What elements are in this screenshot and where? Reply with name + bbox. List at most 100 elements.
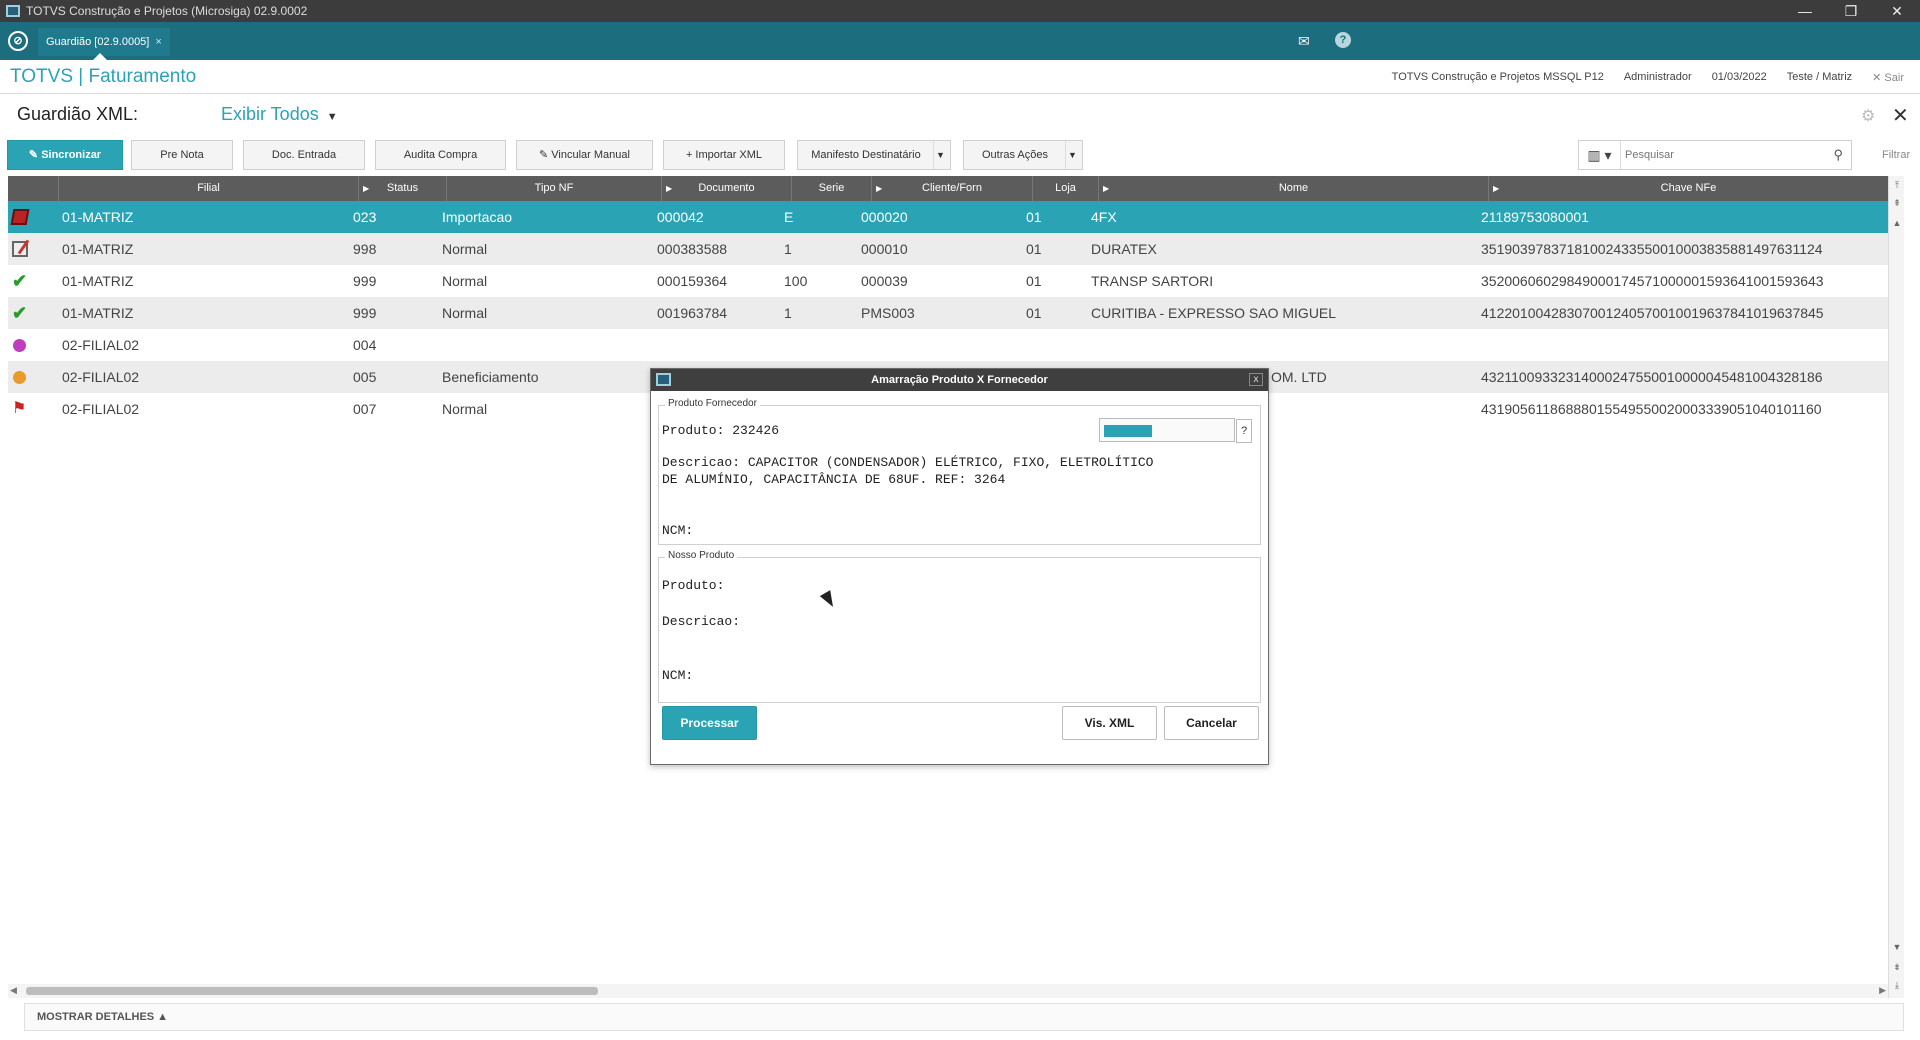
chevron-down-icon[interactable]: ▼	[1065, 141, 1079, 169]
scroll-left-icon[interactable]: ◀	[10, 985, 17, 996]
header-documento[interactable]: ▶ Documento	[661, 176, 791, 201]
scroll-page-up-icon[interactable]: ⇞	[1891, 198, 1903, 212]
cell-filial: 02-FILIAL02	[62, 369, 140, 385]
audita-compra-button[interactable]: Audita Compra	[375, 140, 506, 170]
dialog-title: Amarração Produto X Fornecedor	[871, 374, 1048, 386]
chevron-down-icon[interactable]: ▼	[933, 141, 947, 169]
cell-tipo-nf: Normal	[442, 241, 488, 257]
processar-button[interactable]: Processar	[662, 706, 757, 740]
page-title: Guardião XML:	[17, 104, 139, 124]
scroll-down-icon[interactable]: ▼	[1891, 942, 1903, 956]
table-row[interactable]: ✔ 01-MATRIZ 999 Normal 001963784 1 PMS00…	[8, 297, 1888, 329]
cell-chave: 21189753080001	[1481, 209, 1589, 225]
cell-tipo-nf: Normal	[442, 401, 488, 417]
table-row[interactable]: 02-FILIAL02 004	[8, 329, 1888, 361]
cancelar-button[interactable]: Cancelar	[1164, 706, 1259, 740]
header-chave-nfe[interactable]: ▶ Chave NFe	[1488, 176, 1888, 201]
cell-tipo-nf: Normal	[442, 273, 488, 289]
sort-icon: ▶	[876, 184, 883, 193]
active-tab-caret	[93, 53, 107, 60]
sincronizar-button[interactable]: ✎ Sincronizar	[7, 140, 123, 170]
header-loja[interactable]: Loja	[1032, 176, 1098, 201]
close-page-icon[interactable]: ✕	[1892, 103, 1909, 128]
cell-serie: 100	[784, 273, 808, 289]
header-status[interactable]: ▶ Status	[358, 176, 446, 201]
filtrar-link[interactable]: Filtrar	[1882, 149, 1910, 161]
table-row[interactable]: ✔ 01-MATRIZ 999 Normal 000159364 100 000…	[8, 265, 1888, 297]
nosso-descricao-label: Descricao:	[662, 614, 741, 629]
vincular-manual-button[interactable]: ✎ Vincular Manual	[516, 140, 653, 170]
product-lookup-field[interactable]: ?	[1099, 418, 1252, 443]
vertical-scrollbar[interactable]: ⤒ ⇞ ▲ ▼ ⇟ ⤓	[1888, 176, 1904, 998]
gear-icon[interactable]: ⚙	[1861, 106, 1875, 126]
mostrar-detalhes-toggle[interactable]: MOSTRAR DETALHES ▲	[37, 1011, 168, 1023]
sort-icon: ▶	[666, 184, 673, 193]
pre-nota-label: Pre Nota	[160, 149, 204, 161]
fornecedor-ncm-label: NCM:	[662, 523, 694, 538]
cell-filial: 01-MATRIZ	[62, 273, 134, 289]
grid-header: Filial ▶ Status Tipo NF ▶ Documento Serie …	[8, 176, 1888, 201]
cell-tipo-nf: Beneficiamento	[442, 369, 539, 385]
horizontal-scrollbar[interactable]: ◀ ▶	[8, 984, 1888, 998]
scroll-bottom-icon[interactable]: ⤓	[1891, 980, 1903, 994]
header-filial[interactable]: Filial	[58, 176, 358, 201]
cell-tipo-nf: Importacao	[442, 209, 513, 225]
tab-close-icon[interactable]: ×	[155, 36, 161, 48]
lookup-help-button[interactable]: ?	[1236, 419, 1252, 443]
header-serie[interactable]: Serie	[791, 176, 871, 201]
window-close-button[interactable]: ✕	[1874, 3, 1920, 20]
module-brand: TOTVS | Faturamento	[10, 66, 197, 87]
dialog-close-button[interactable]: x	[1249, 373, 1263, 386]
orange-dot-icon	[13, 371, 26, 384]
sort-icon: ▶	[1103, 184, 1110, 193]
nosso-ncm-label: NCM:	[662, 668, 694, 683]
header-cliente-forn[interactable]: ▶ Cliente/Forn	[871, 176, 1032, 201]
restore-button[interactable]: ❐	[1828, 3, 1874, 20]
flag-icon: ⚑	[12, 400, 27, 417]
branch-label: Teste / Matriz	[1786, 71, 1853, 83]
vis-xml-button[interactable]: Vis. XML	[1062, 706, 1157, 740]
fornecedor-descricao-cont: DE ALUMÍNIO, CAPACITÂNCIA DE 68UF. REF: …	[662, 472, 1006, 487]
doc-entrada-button[interactable]: Doc. Entrada	[243, 140, 365, 170]
view-filter-dropdown[interactable]: Exibir Todos ▼	[221, 104, 338, 125]
scroll-page-down-icon[interactable]: ⇟	[1891, 962, 1903, 976]
scroll-up-icon[interactable]: ▲	[1891, 218, 1903, 232]
tab-bar: ⊘ Guardião [02.9.0005] × ✉ ?	[0, 22, 1920, 60]
scroll-right-icon[interactable]: ▶	[1879, 985, 1886, 996]
tab-guardiao[interactable]: Guardião [02.9.0005] ×	[38, 28, 170, 56]
header-legend	[8, 176, 58, 201]
header-nome[interactable]: ▶ Nome	[1098, 176, 1488, 201]
environment-label: TOTVS Construção e Projetos MSSQL P12	[1391, 71, 1604, 83]
header-tipo-nf[interactable]: Tipo NF	[446, 176, 661, 201]
app-icon	[6, 5, 20, 17]
search-input[interactable]	[1625, 145, 1821, 165]
header-serie-label: Serie	[818, 182, 845, 194]
mail-icon[interactable]: ✉	[1298, 33, 1310, 50]
columns-icon[interactable]: ▥ ▾	[1579, 141, 1621, 169]
scroll-thumb[interactable]	[26, 987, 598, 995]
cell-loja: 01	[1026, 273, 1042, 289]
exit-button[interactable]: ✕ Sair	[1872, 71, 1904, 84]
header-chave-nfe-label: Chave NFe	[1660, 182, 1717, 194]
pre-nota-button[interactable]: Pre Nota	[131, 140, 233, 170]
table-row[interactable]: 01-MATRIZ 023 Importacao 000042 E 000020…	[8, 201, 1888, 233]
nosso-produto-legend: Nosso Produto	[665, 550, 738, 561]
session-info: TOTVS Construção e Projetos MSSQL P12 Ad…	[1392, 71, 1904, 84]
outras-acoes-button[interactable]: Outras Ações ▼	[963, 140, 1083, 170]
module-header: TOTVS | Faturamento TOTVS Construção e P…	[0, 60, 1920, 94]
doc-entrada-label: Doc. Entrada	[271, 149, 337, 161]
search-icon[interactable]: ⚲	[1833, 147, 1843, 163]
cell-nome: 4FX	[1091, 209, 1117, 225]
importar-xml-button[interactable]: + Importar XML	[663, 140, 785, 170]
scroll-top-icon[interactable]: ⤒	[1891, 180, 1903, 194]
check-icon: ✔	[12, 271, 28, 291]
cell-loja: 01	[1026, 241, 1042, 257]
home-icon[interactable]: ⊘	[8, 31, 28, 51]
help-icon[interactable]: ?	[1335, 32, 1351, 48]
edit-icon	[12, 241, 28, 257]
cell-chave: 4122010042830700124057001001963784101963…	[1481, 305, 1824, 321]
window-title: TOTVS Construção e Projetos (Microsiga) …	[26, 4, 308, 18]
table-row[interactable]: 01-MATRIZ 998 Normal 000383588 1 000010 …	[8, 233, 1888, 265]
manifesto-destinatario-button[interactable]: Manifesto Destinatário ▼	[797, 140, 951, 170]
minimize-button[interactable]: —	[1782, 3, 1828, 19]
